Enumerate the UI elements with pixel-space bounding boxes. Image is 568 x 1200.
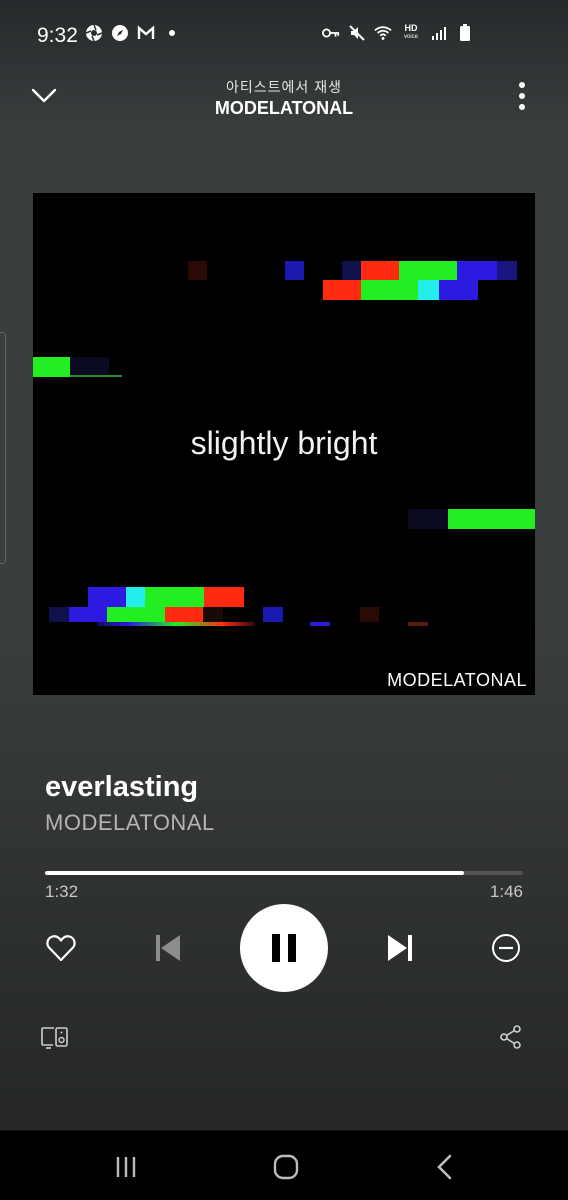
skip-previous-icon — [156, 935, 180, 961]
more-options-button[interactable] — [502, 76, 542, 116]
album-art: slightly bright MODELATONAL — [33, 193, 535, 695]
camera-aperture-icon — [85, 24, 103, 42]
album-art-brand: MODELATONAL — [387, 670, 527, 690]
status-bar: 9:32 HD voice — [0, 0, 568, 72]
hd-voice-icon: HD voice — [400, 24, 422, 42]
status-time: 9:32 — [37, 24, 78, 47]
progress-bar[interactable] — [45, 871, 523, 875]
track-artist[interactable]: MODELATONAL — [45, 810, 215, 836]
album-art-text: slightly bright — [190, 425, 378, 461]
home-icon — [273, 1154, 299, 1180]
hd-label: HD — [404, 23, 418, 33]
next-button[interactable] — [378, 926, 422, 970]
recents-icon — [116, 1157, 136, 1177]
more-vertical-icon — [519, 82, 525, 110]
share-icon — [500, 1025, 521, 1049]
previous-button[interactable] — [146, 926, 190, 970]
hide-song-button[interactable] — [486, 928, 526, 968]
home-button[interactable] — [264, 1149, 308, 1185]
playing-from-label: 아티스트에서 재생 — [226, 79, 342, 95]
progress-fill — [45, 871, 464, 875]
system-nav-bar — [0, 1133, 568, 1200]
signal-icon — [430, 24, 448, 42]
pause-icon — [272, 934, 296, 962]
playing-from-title[interactable]: MODELATONAL — [0, 98, 568, 119]
wifi-icon — [374, 24, 392, 42]
like-button[interactable] — [41, 928, 81, 968]
track-title[interactable]: everlasting — [45, 771, 198, 804]
edge-panel-handle[interactable] — [0, 332, 6, 564]
heart-icon — [46, 935, 76, 962]
back-button[interactable] — [424, 1149, 464, 1185]
notification-icons — [85, 24, 181, 42]
battery-icon — [456, 24, 474, 42]
recent-apps-button[interactable] — [106, 1149, 146, 1185]
dot-icon — [163, 24, 181, 42]
devices-icon — [41, 1027, 68, 1049]
connect-devices-button[interactable] — [38, 1022, 72, 1052]
player-header: 아티스트에서 재생 MODELATONAL — [0, 72, 568, 132]
total-time: 1:46 — [489, 882, 523, 901]
key-icon — [322, 24, 340, 42]
compass-icon — [111, 24, 129, 42]
system-icons: HD voice — [322, 24, 474, 42]
elapsed-time: 1:32 — [45, 882, 79, 901]
voice-label: voice — [403, 34, 418, 40]
share-button[interactable] — [496, 1022, 526, 1052]
back-chevron-icon — [437, 1154, 452, 1180]
skip-next-icon — [388, 935, 412, 961]
pause-button[interactable] — [240, 904, 328, 992]
mute-icon — [348, 24, 366, 42]
minus-circle-icon — [492, 934, 520, 962]
gmail-icon — [137, 24, 155, 42]
